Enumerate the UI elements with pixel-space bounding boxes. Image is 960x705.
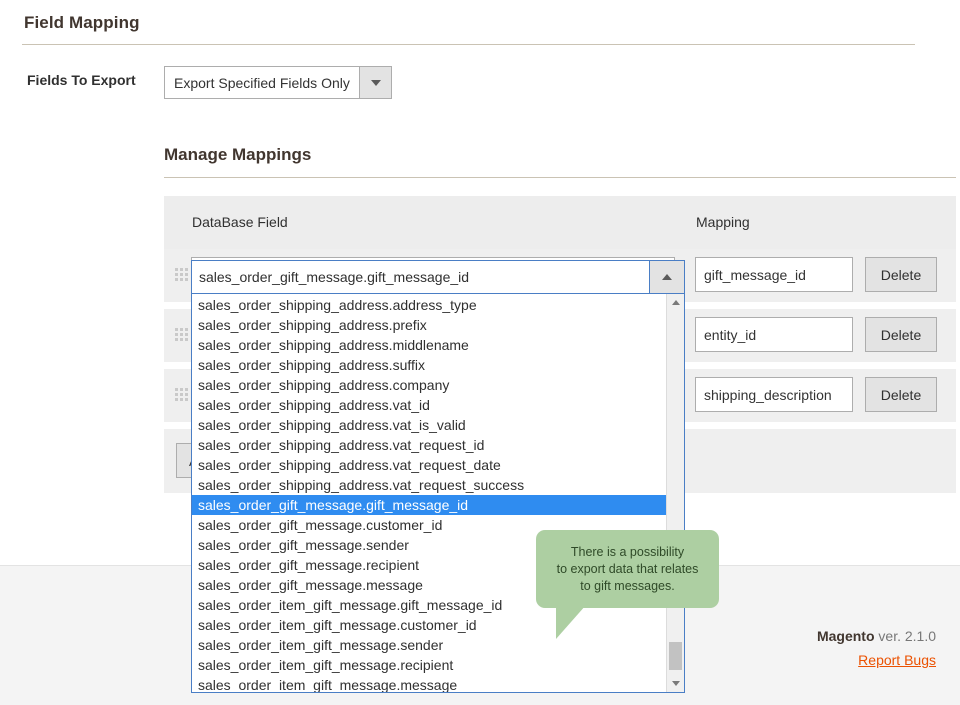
combobox-option[interactable]: sales_order_shipping_address.prefix bbox=[192, 315, 666, 335]
drag-handle-icon[interactable] bbox=[175, 268, 189, 283]
combobox-option[interactable]: sales_order_shipping_address.company bbox=[192, 375, 666, 395]
column-header-mapping: Mapping bbox=[696, 214, 750, 230]
callout-text: There is a possibility to export data th… bbox=[556, 544, 699, 593]
combobox-option[interactable]: sales_order_item_gift_message.message bbox=[192, 675, 666, 692]
combobox-option[interactable]: sales_order_item_gift_message.sender bbox=[192, 635, 666, 655]
combobox-options: sales_order_shipping_address.address_typ… bbox=[192, 294, 666, 692]
scroll-up-arrow-icon[interactable] bbox=[667, 294, 684, 311]
fields-to-export-label: Fields To Export bbox=[27, 72, 136, 88]
fields-to-export-value: Export Specified Fields Only bbox=[174, 74, 350, 91]
chevron-up-icon bbox=[662, 274, 672, 280]
page-header: Field Mapping bbox=[0, 0, 960, 45]
mappings-table-header: DataBase Field Mapping bbox=[164, 196, 956, 249]
dropdown-scrollbar[interactable] bbox=[666, 294, 684, 692]
combobox-option[interactable]: sales_order_shipping_address.middlename bbox=[192, 335, 666, 355]
delete-button[interactable]: Delete bbox=[865, 377, 937, 412]
combobox-option[interactable]: sales_order_shipping_address.vat_request… bbox=[192, 455, 666, 475]
combobox-dropdown-list[interactable]: sales_order_shipping_address.address_typ… bbox=[191, 293, 685, 693]
combobox-option[interactable]: sales_order_shipping_address.vat_request… bbox=[192, 475, 666, 495]
drag-handle-icon[interactable] bbox=[175, 328, 189, 343]
combobox-option[interactable]: sales_order_shipping_address.vat_is_vali… bbox=[192, 415, 666, 435]
scrollbar-thumb[interactable] bbox=[669, 642, 682, 670]
combobox-option[interactable]: sales_order_shipping_address.vat_id bbox=[192, 395, 666, 415]
fields-to-export-select[interactable]: Export Specified Fields Only bbox=[164, 66, 392, 99]
database-field-combobox[interactable]: sales_order_gift_message.gift_message_id bbox=[191, 260, 685, 294]
callout-tail bbox=[556, 605, 586, 639]
mapping-input[interactable] bbox=[695, 377, 853, 412]
header-divider bbox=[22, 44, 915, 45]
chevron-down-icon bbox=[370, 79, 381, 86]
mapping-input[interactable] bbox=[695, 317, 853, 352]
combobox-option[interactable]: sales_order_shipping_address.suffix bbox=[192, 355, 666, 375]
manage-mappings-divider bbox=[164, 177, 956, 178]
fields-to-export-row: Fields To Export Export Specified Fields… bbox=[0, 62, 960, 102]
page-title: Field Mapping bbox=[24, 13, 140, 32]
combobox-option[interactable]: sales_order_gift_message.gift_message_id bbox=[192, 495, 666, 515]
mapping-input[interactable] bbox=[695, 257, 853, 292]
version-label: Magento ver. 2.1.0 bbox=[817, 628, 936, 644]
delete-button[interactable]: Delete bbox=[865, 257, 937, 292]
combobox-value: sales_order_gift_message.gift_message_id bbox=[199, 269, 470, 285]
brand-name: Magento bbox=[816, 628, 875, 644]
combobox-option[interactable]: sales_order_item_gift_message.recipient bbox=[192, 655, 666, 675]
column-header-database-field: DataBase Field bbox=[192, 214, 288, 230]
manage-mappings-section: Manage Mappings bbox=[164, 145, 956, 178]
combobox-toggle-button[interactable] bbox=[649, 261, 684, 293]
scroll-down-arrow-icon[interactable] bbox=[667, 675, 684, 692]
combobox-option[interactable]: sales_order_shipping_address.vat_request… bbox=[192, 435, 666, 455]
drag-handle-icon[interactable] bbox=[175, 388, 189, 403]
combobox-option[interactable]: sales_order_shipping_address.address_typ… bbox=[192, 295, 666, 315]
callout-tooltip: There is a possibility to export data th… bbox=[536, 530, 719, 608]
combobox-option[interactable]: sales_order_item_gift_message.customer_i… bbox=[192, 615, 666, 635]
delete-button[interactable]: Delete bbox=[865, 317, 937, 352]
manage-mappings-title: Manage Mappings bbox=[164, 145, 312, 164]
version-number: ver. 2.1.0 bbox=[874, 628, 936, 644]
fields-to-export-toggle[interactable] bbox=[359, 67, 391, 98]
report-bugs-link[interactable]: Report Bugs bbox=[858, 652, 936, 668]
